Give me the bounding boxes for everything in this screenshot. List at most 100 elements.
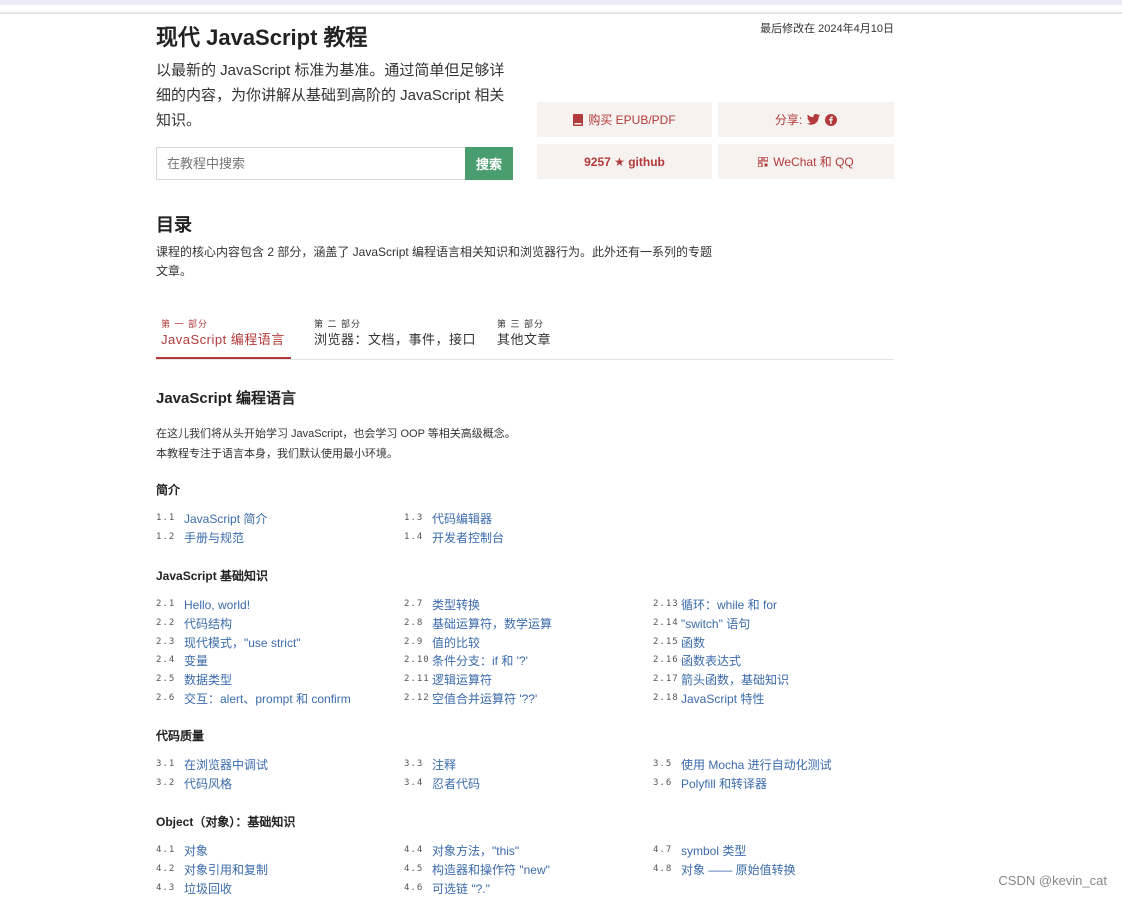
watermark: CSDN @kevin_cat [998,873,1107,888]
lesson-link[interactable]: 空值合并运算符 '??' [432,690,537,709]
search-input[interactable] [156,147,465,180]
lesson-link[interactable]: 使用 Mocha 进行自动化测试 [681,756,832,775]
github-stars-button[interactable]: 9257 ★ github [537,144,712,179]
lesson-link[interactable]: 构造器和操作符 "new" [432,861,550,880]
section-desc-line: 本教程专注于语言本身，我们默认使用最小环境。 [156,448,398,460]
tab-label: 浏览器：文档，事件，接口 [314,332,477,347]
lesson-link[interactable]: 垃圾回收 [184,880,232,899]
lesson-link[interactable]: 忍者代码 [432,775,480,794]
lesson-link[interactable]: 对象引用和复制 [184,861,268,880]
lesson-link[interactable]: 值的比较 [432,634,480,653]
tab-label: 其他文章 [497,332,552,347]
section-desc-line: 在这儿我们将从头开始学习 JavaScript，也会学习 OOP 等相关高级概念… [156,428,516,440]
buy-label: 购买 EPUB/PDF [588,113,676,127]
chapter-title: JavaScript 基础知识 [156,569,269,583]
facebook-icon[interactable] [825,113,838,126]
lesson-number: 4.7 [653,845,673,855]
lesson-number: 2.16 [653,655,679,666]
lesson-link[interactable]: 循环：while 和 for [681,596,777,615]
lesson-number: 2.6 [156,693,176,703]
tab-part-2[interactable]: 第 二 部分 浏览器：文档，事件，接口 [309,317,479,359]
lesson-link[interactable]: 代码结构 [184,615,232,634]
chapter-title: 简介 [156,483,181,497]
lesson-link[interactable]: Polyfill 和转译器 [681,775,767,794]
lesson-link[interactable]: 现代模式，"use strict" [184,634,301,653]
lesson-link[interactable]: 对象 [184,842,208,861]
part-tabs: 第 一 部分 JavaScript 编程语言 第 二 部分 浏览器：文档，事件，… [156,317,894,360]
lesson-link[interactable]: 数据类型 [184,671,232,690]
lesson-link[interactable]: 基础运算符，数学运算 [432,615,552,634]
tab-part-number: 第 二 部分 [314,319,362,329]
lesson-number: 4.1 [156,845,176,855]
lesson-number: 2.12 [404,693,430,703]
lesson-number: 2.14 [653,617,679,628]
lesson-link[interactable]: 类型转换 [432,596,480,615]
lesson-link[interactable]: 代码编辑器 [432,510,492,529]
lesson-number: 3.3 [404,759,424,769]
lesson-link[interactable]: symbol 类型 [681,842,746,861]
lesson-number: 2.8 [404,617,424,628]
chapter-title: 代码质量 [156,729,205,743]
lesson-link[interactable]: 注释 [432,756,456,775]
lesson-number: 2.3 [156,636,176,647]
section-title: JavaScript 编程语言 [156,390,297,407]
lesson-number: 2.9 [404,636,424,647]
lesson-link[interactable]: 对象 —— 原始值转换 [681,861,796,880]
lesson-number: 2.1 [156,599,176,609]
book-icon [573,113,584,126]
lesson-link[interactable]: 对象方法，"this" [432,842,519,861]
lesson-number: 1.1 [156,513,176,523]
twitter-icon[interactable] [807,114,821,125]
tab-part-number: 第 三 部分 [497,319,545,329]
tab-part-1[interactable]: 第 一 部分 JavaScript 编程语言 [156,317,291,359]
lesson-link[interactable]: 变量 [184,652,208,671]
lesson-number: 3.2 [156,777,176,788]
toc-description: 课程的核心内容包含 2 部分，涵盖了 JavaScript 编程语言相关知识和浏… [156,245,713,278]
lesson-number: 2.7 [404,599,424,609]
wechat-qq-button[interactable]: WeChat 和 QQ [718,144,894,179]
lesson-link[interactable]: 开发者控制台 [432,529,504,548]
chapter-title: Object（对象）：基础知识 [156,815,296,829]
lesson-link[interactable]: JavaScript 特性 [681,690,764,709]
search-button[interactable]: 搜索 [465,147,513,180]
lesson-number: 1.2 [156,531,176,542]
lesson-number: 4.2 [156,863,176,874]
lesson-link[interactable]: 条件分支：if 和 '?' [432,652,528,671]
lesson-link[interactable]: 逻辑运算符 [432,671,492,690]
tab-label: JavaScript 编程语言 [161,332,285,347]
lesson-link[interactable]: 代码风格 [184,775,232,794]
lesson-number: 2.5 [156,674,176,685]
lesson-number: 4.3 [156,882,176,893]
lesson-number: 4.5 [404,863,424,874]
lesson-number: 2.17 [653,674,679,685]
lesson-number: 2.18 [653,693,679,703]
share-box: 分享: [718,102,894,137]
github-label: 9257 ★ github [584,154,665,169]
lesson-number: 4.6 [404,882,424,893]
tab-part-3[interactable]: 第 三 部分 其他文章 [492,317,572,359]
lesson-number: 3.1 [156,759,176,769]
lesson-link[interactable]: Hello, world! [184,596,250,615]
lesson-link[interactable]: 交互：alert、prompt 和 confirm [184,690,351,709]
lesson-number: 2.4 [156,655,176,666]
lesson-number: 3.4 [404,777,424,788]
lesson-link[interactable]: 箭头函数，基础知识 [681,671,789,690]
buy-epub-pdf-button[interactable]: 购买 EPUB/PDF [537,102,712,137]
lesson-link[interactable]: 可选链 "?." [432,880,490,899]
search-form: 搜索 [156,147,513,180]
lesson-number: 4.8 [653,863,673,874]
main-content: 现代 JavaScript 教程 最后修改在 2024年4月10日 以最新的 J… [156,0,894,898]
tab-part-number: 第 一 部分 [161,319,209,329]
share-label: 分享: [774,113,803,127]
lesson-link[interactable]: 手册与规范 [184,529,244,548]
lesson-link[interactable]: 在浏览器中调试 [184,756,268,775]
lesson-link[interactable]: 函数 [681,634,705,653]
lesson-link[interactable]: 函数表达式 [681,652,741,671]
lesson-link[interactable]: "switch" 语句 [681,615,750,634]
lesson-number: 2.13 [653,599,679,609]
toc-title: 目录 [156,215,192,235]
lesson-number: 2.15 [653,636,679,647]
lesson-number: 2.11 [404,674,430,685]
lesson-link[interactable]: JavaScript 简介 [184,510,267,529]
lesson-number: 3.6 [653,777,673,788]
